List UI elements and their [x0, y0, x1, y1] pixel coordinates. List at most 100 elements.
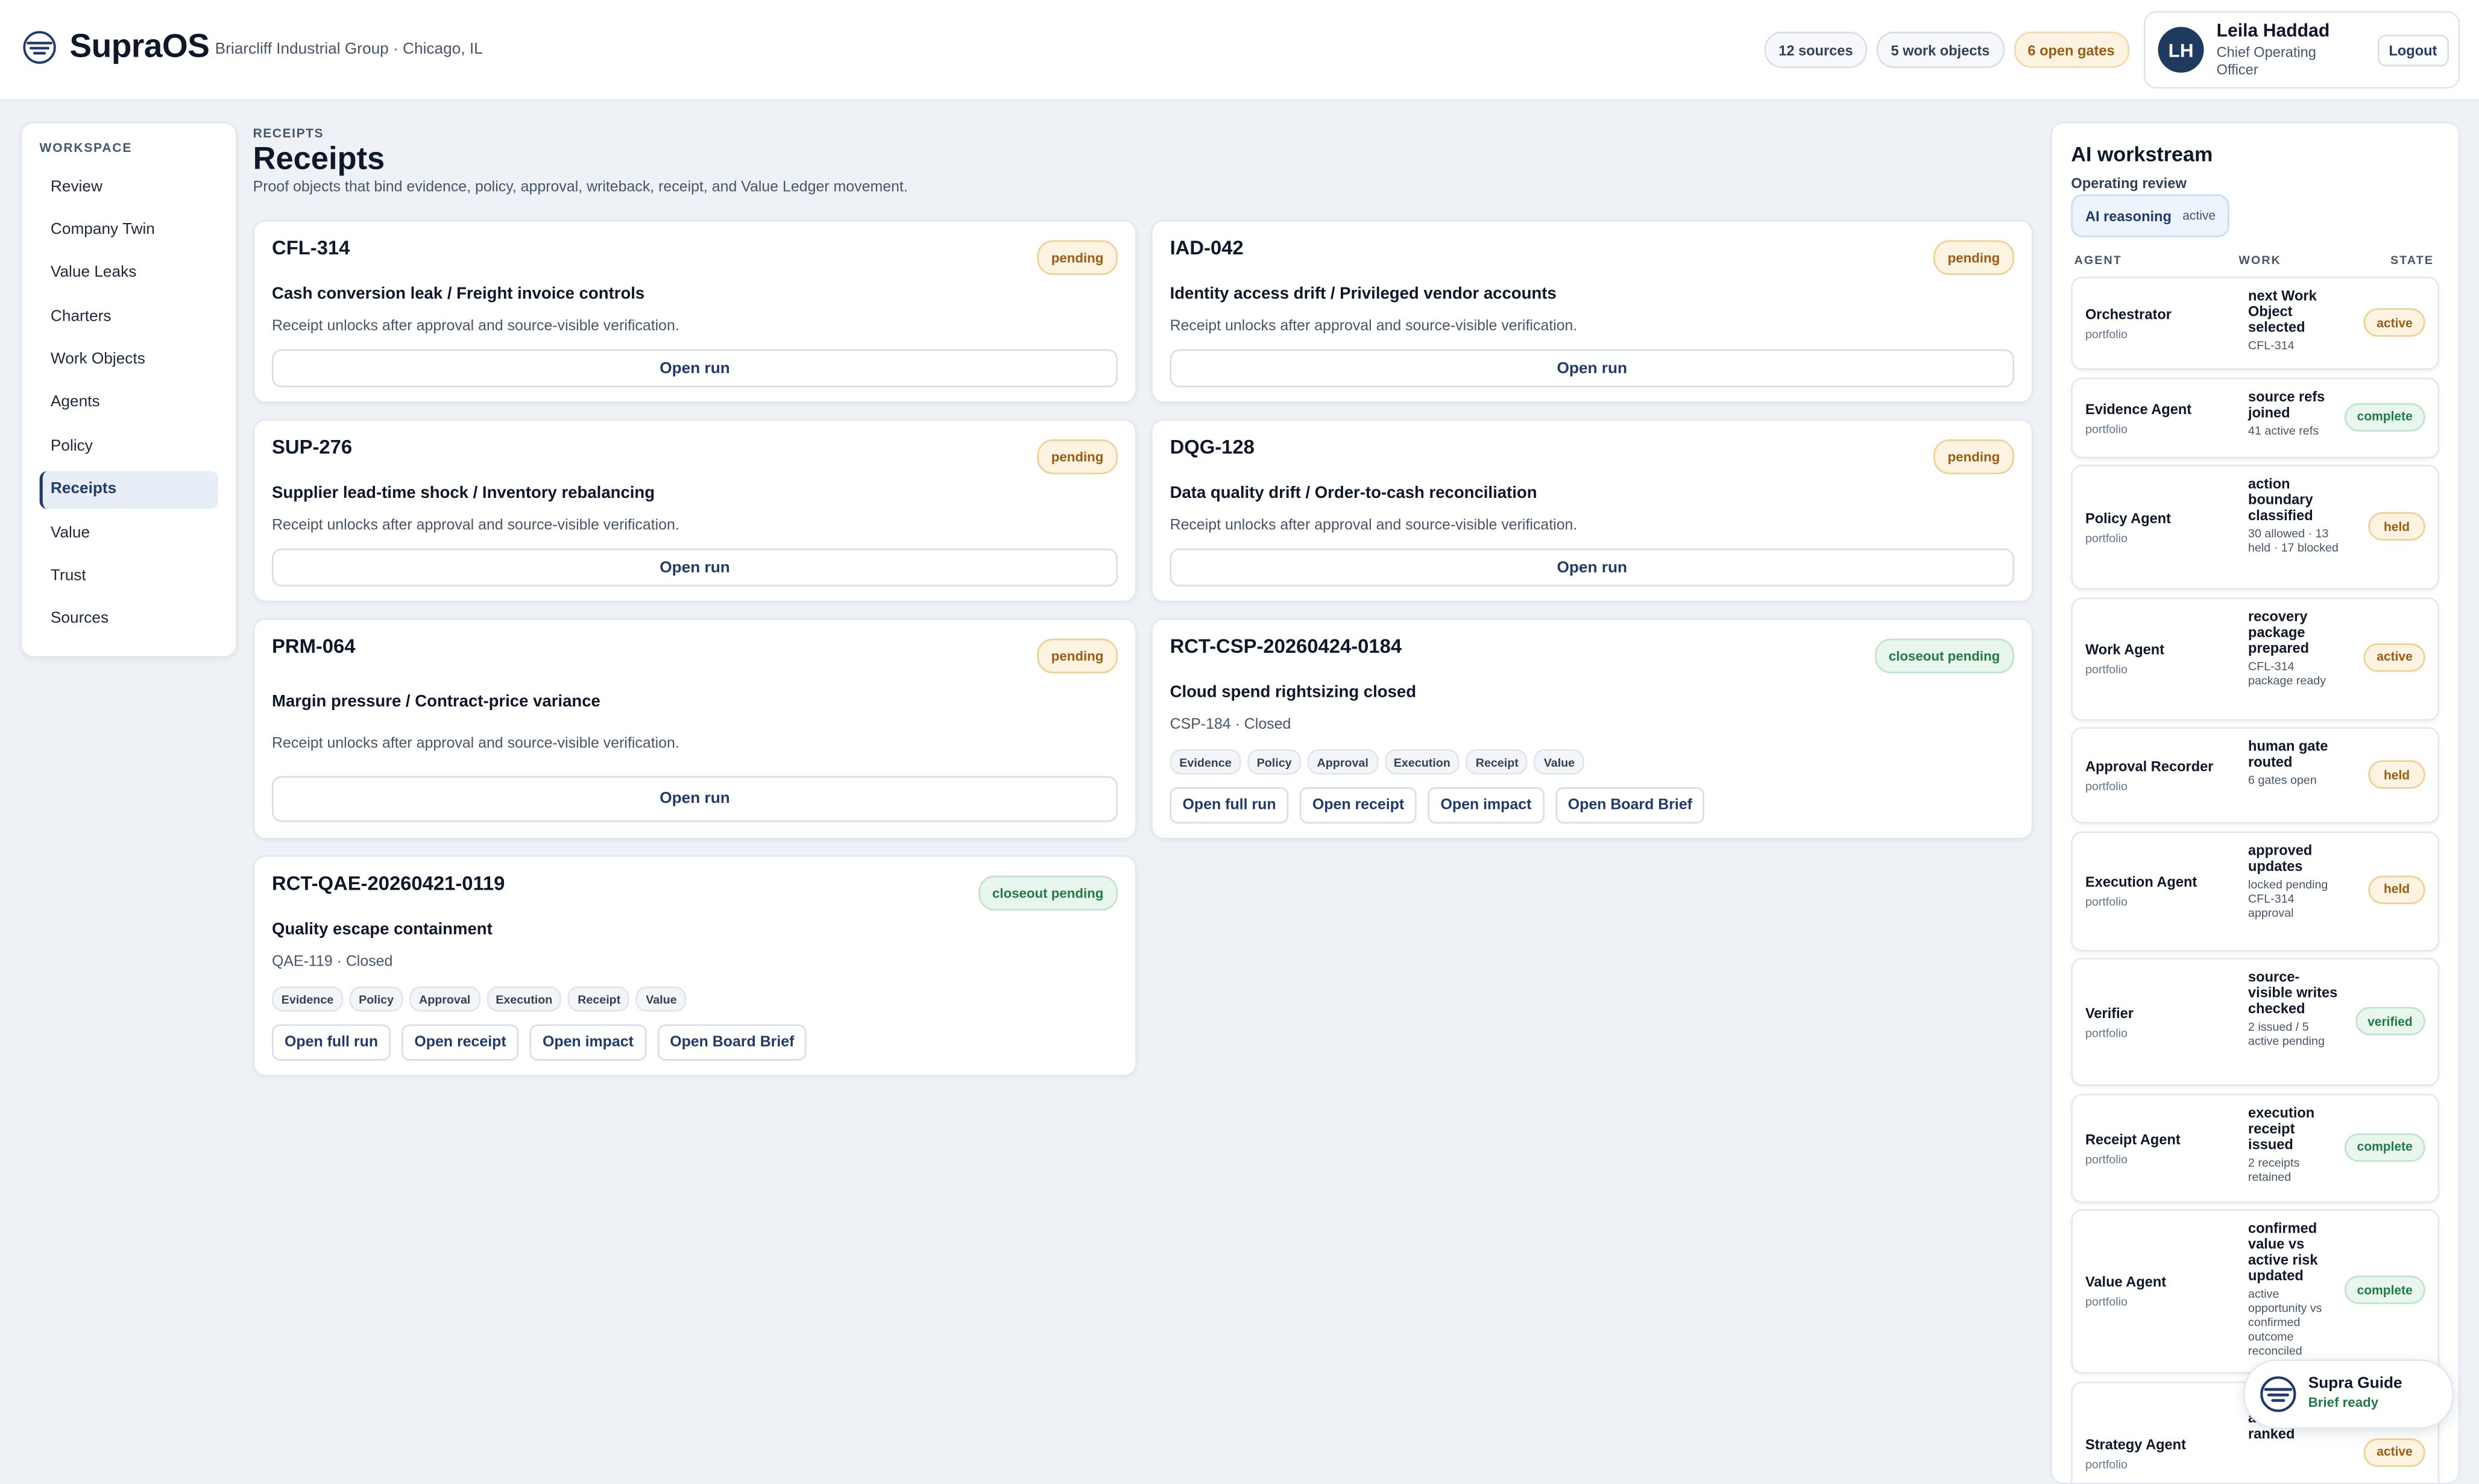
ai-reasoning-pill[interactable]: AI reasoning active: [2071, 194, 2230, 237]
tag-execution: Execution: [486, 986, 562, 1012]
open-gates-chip[interactable]: 6 open gates: [2013, 31, 2129, 68]
open-run-button[interactable]: Open run: [1170, 349, 2014, 388]
sidebar-item-value[interactable]: Value: [40, 514, 218, 552]
agent-row[interactable]: Approval Recorder portfolio human gate r…: [2071, 727, 2440, 824]
logo[interactable]: SupraOS: [22, 28, 210, 66]
agent-work: human gate routed: [2248, 738, 2328, 770]
open-impact-button[interactable]: Open impact: [1428, 787, 1545, 824]
agent-name: Work Agent: [2085, 641, 2165, 657]
open-run-button[interactable]: Open run: [272, 349, 1118, 388]
ai-reasoning-state: active: [2182, 209, 2216, 223]
card-note: Receipt unlocks after approval and sourc…: [272, 318, 679, 335]
tag-evidence: Evidence: [1170, 749, 1241, 775]
sidebar-nav: Review Company Twin Value Leaks Charters…: [39, 168, 218, 644]
open-run-button[interactable]: Open run: [272, 776, 1118, 822]
open-board-brief-button[interactable]: Open Board Brief: [1555, 787, 1705, 824]
card-note: QAE-119 · Closed: [272, 953, 393, 971]
page-subtitle: Proof objects that bind evidence, policy…: [253, 178, 908, 197]
stage-tags: Evidence Policy Approval Execution Recei…: [272, 986, 687, 1012]
sidebar-item-value-leaks[interactable]: Value Leaks: [40, 254, 218, 292]
card-id: DQG-128: [1170, 436, 1255, 459]
agent-row[interactable]: Evidence Agent portfolio source refs joi…: [2071, 377, 2440, 458]
agent-state-badge: active: [2364, 1438, 2425, 1467]
sources-chip[interactable]: 12 sources: [1764, 31, 1868, 68]
work-objects-chip[interactable]: 5 work objects: [1876, 31, 2005, 68]
sidebar-item-policy[interactable]: Policy: [40, 427, 218, 465]
card-title: Identity access drift / Privileged vendo…: [1170, 285, 1557, 304]
sidebar-item-sources[interactable]: Sources: [40, 600, 218, 638]
agent-name: Strategy Agent: [2085, 1436, 2186, 1452]
agent-name: Value Agent: [2085, 1274, 2167, 1290]
open-run-button[interactable]: Open run: [272, 548, 1118, 586]
agent-name: Receipt Agent: [2085, 1131, 2181, 1147]
agent-name: Verifier: [2085, 1005, 2134, 1022]
supra-guide-button[interactable]: Supra Guide Brief ready: [2243, 1359, 2454, 1429]
receipt-card: CFL-314 pending Cash conversion leak / F…: [253, 219, 1137, 403]
agent-work: recovery package prepared: [2248, 608, 2310, 655]
sidebar-item-company-twin[interactable]: Company Twin: [40, 211, 218, 249]
agent-row[interactable]: Orchestrator portfolio next Work Object …: [2071, 276, 2440, 370]
agent-state-badge: complete: [2344, 1275, 2425, 1304]
agent-scope: portfolio: [2085, 779, 2128, 794]
ai-workstream-panel: AI workstream Operating review AI reason…: [2050, 121, 2460, 1484]
tag-policy: Policy: [1247, 749, 1302, 775]
agent-state-badge: held: [2368, 875, 2425, 904]
agent-detail: 30 allowed · 13 held · 17 blocked: [2248, 526, 2339, 555]
stage-tags: Evidence Policy Approval Execution Recei…: [1170, 749, 1584, 775]
sidebar-item-review[interactable]: Review: [40, 168, 218, 206]
card-note: Receipt unlocks after approval and sourc…: [272, 735, 679, 753]
tag-approval: Approval: [1307, 749, 1378, 775]
agent-state-badge: held: [2368, 512, 2425, 541]
status-badge: pending: [1037, 240, 1118, 275]
user-role: Chief Operating Officer: [2216, 44, 2316, 77]
agent-state-badge: held: [2368, 760, 2425, 789]
logout-button[interactable]: Logout: [2378, 34, 2448, 67]
card-note: CSP-184 · Closed: [1170, 715, 1291, 734]
open-full-run-button[interactable]: Open full run: [272, 1024, 391, 1061]
card-id: CFL-314: [272, 237, 350, 260]
open-run-button[interactable]: Open run: [1170, 548, 2014, 586]
tag-approval: Approval: [409, 986, 480, 1012]
open-full-run-button[interactable]: Open full run: [1170, 787, 1289, 824]
agent-scope: portfolio: [2085, 1025, 2128, 1040]
agent-row[interactable]: Execution Agent portfolio approved updat…: [2071, 831, 2440, 951]
open-receipt-button[interactable]: Open receipt: [1299, 787, 1417, 824]
agent-detail: 2 receipts retained: [2248, 1154, 2300, 1183]
top-bar: SupraOS Briarcliff Industrial Group · Ch…: [0, 0, 2479, 101]
receipt-card: RCT-QAE-20260421-0119 closeout pending Q…: [253, 855, 1137, 1077]
card-id: PRM-064: [272, 635, 356, 658]
tag-evidence: Evidence: [272, 986, 343, 1012]
sidebar: WORKSPACE Review Company Twin Value Leak…: [20, 121, 238, 658]
status-badge: pending: [1933, 439, 2014, 474]
sidebar-item-agents[interactable]: Agents: [40, 384, 218, 422]
card-id: RCT-CSP-20260424-0184: [1170, 635, 1402, 658]
agent-detail: CFL-314 package ready: [2248, 658, 2326, 687]
open-receipt-button[interactable]: Open receipt: [402, 1024, 519, 1061]
agent-row[interactable]: Verifier portfolio source-visible writes…: [2071, 958, 2440, 1086]
agent-list: Orchestrator portfolio next Work Object …: [2071, 276, 2440, 1483]
col-work: WORK: [2238, 253, 2282, 268]
ai-panel-title: AI workstream: [2071, 142, 2213, 166]
open-board-brief-button[interactable]: Open Board Brief: [657, 1024, 807, 1061]
col-state: STATE: [2390, 253, 2434, 268]
agent-row[interactable]: Work Agent portfolio recovery package pr…: [2071, 596, 2440, 720]
agent-scope: portfolio: [2085, 327, 2128, 342]
agent-scope: portfolio: [2085, 1294, 2128, 1309]
sidebar-item-charters[interactable]: Charters: [40, 297, 218, 335]
agent-detail: 2 issued / 5 active pending: [2248, 1019, 2325, 1048]
agent-row[interactable]: Receipt Agent portfolio execution receip…: [2071, 1093, 2440, 1203]
ai-reasoning-label: AI reasoning: [2085, 207, 2172, 224]
card-id: IAD-042: [1170, 237, 1244, 260]
agent-row[interactable]: Policy Agent portfolio action boundary c…: [2071, 464, 2440, 590]
open-impact-button[interactable]: Open impact: [529, 1024, 646, 1061]
agent-row[interactable]: Value Agent portfolio confirmed value vs…: [2071, 1209, 2440, 1374]
sidebar-item-work-objects[interactable]: Work Objects: [40, 341, 218, 379]
sidebar-item-trust[interactable]: Trust: [40, 557, 218, 595]
card-id: SUP-276: [272, 436, 353, 459]
receipt-card: IAD-042 pending Identity access drift / …: [1151, 219, 2033, 403]
sidebar-item-receipts[interactable]: Receipts: [39, 470, 218, 509]
agent-work: source refs joined: [2248, 388, 2325, 420]
tag-receipt: Receipt: [568, 986, 630, 1012]
card-title: Margin pressure / Contract-price varianc…: [272, 692, 600, 712]
guide-title: Supra Guide: [2308, 1375, 2402, 1393]
